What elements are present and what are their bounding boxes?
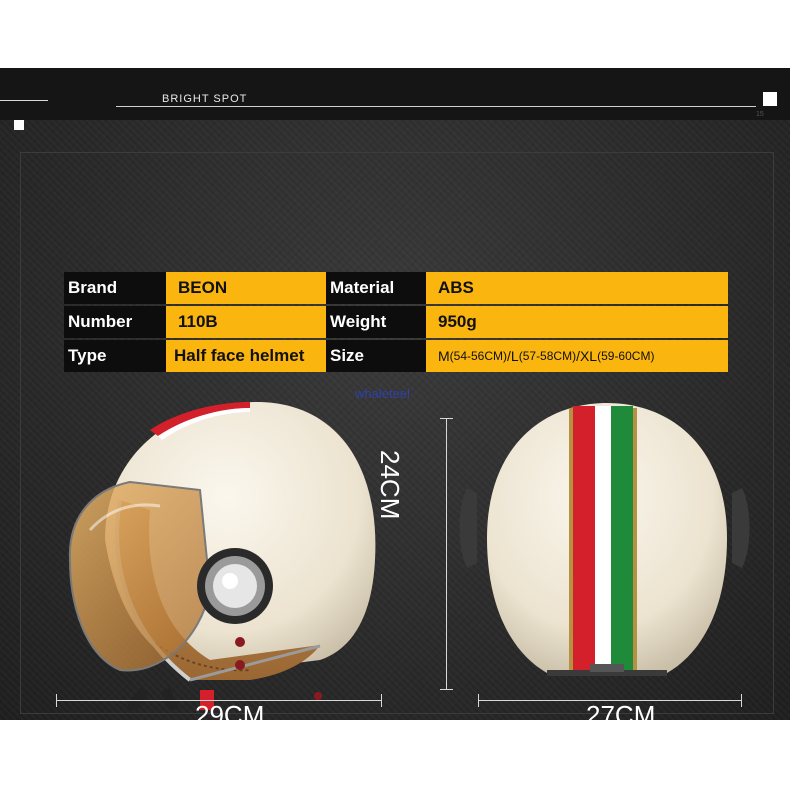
size-l: L <box>510 348 519 364</box>
material-label: Material <box>326 272 426 304</box>
spec-row-number: Number 110B Weight 950g <box>64 306 728 338</box>
corner-square-left <box>14 120 24 130</box>
stripe-white <box>595 406 611 673</box>
height-tick-bottom <box>440 689 453 690</box>
stripe-gold-left <box>569 408 573 673</box>
weight-label: Weight <box>326 306 426 338</box>
size-m-range: (54-56CM) <box>449 349 508 363</box>
material-value: ABS <box>426 272 728 304</box>
brand-label: Brand <box>64 272 166 304</box>
side-width-tick-left <box>56 694 57 707</box>
height-dimension-line <box>446 418 447 690</box>
helmet-back-view <box>459 403 750 676</box>
top-divider <box>116 106 756 107</box>
side-width-label: 29CM <box>195 700 265 720</box>
type-label: Type <box>64 340 166 372</box>
size-xl: XL <box>579 348 598 364</box>
number-label: Number <box>64 306 166 338</box>
back-width-tick-right <box>741 694 742 707</box>
size-xl-range: (59-60CM) <box>597 349 655 363</box>
spec-row-type: Type Half face helmet Size M (54-56CM) / L(… <box>64 340 728 372</box>
number-value: 110B <box>166 306 326 338</box>
product-panel: BRIGHT SPOT 15 Brand BEON Material ABS N… <box>0 68 790 720</box>
size-value: M (54-56CM) / L (57-58CM) / XL (59-60CM) <box>426 340 728 372</box>
brand-strip-label: BRIGHT SPOT <box>162 93 248 105</box>
stripe-green <box>611 406 633 673</box>
spec-row-brand: Brand BEON Material ABS <box>64 272 728 304</box>
type-value: Half face helmet <box>166 340 326 372</box>
size-m: M <box>438 348 450 364</box>
stripe-gold-right <box>633 408 637 673</box>
height-tick-top <box>440 418 453 419</box>
size-label: Size <box>326 340 426 372</box>
side-width-tick-right <box>381 694 382 707</box>
top-divider-left <box>0 100 48 101</box>
stripe-red <box>573 406 595 673</box>
top-bar <box>0 68 790 120</box>
height-dimension-label: 24CM <box>375 450 405 520</box>
size-l-range: (57-58CM) <box>518 349 577 363</box>
helmet-side-view <box>68 401 376 710</box>
corner-number: 15 <box>756 111 764 118</box>
weight-value: 950g <box>426 306 728 338</box>
corner-square-right <box>763 92 777 106</box>
brand-value: BEON <box>166 272 326 304</box>
back-width-label: 27CM <box>586 700 656 720</box>
spec-table: Brand BEON Material ABS Number 110B Weig… <box>64 272 728 374</box>
back-width-tick-left <box>478 694 479 707</box>
